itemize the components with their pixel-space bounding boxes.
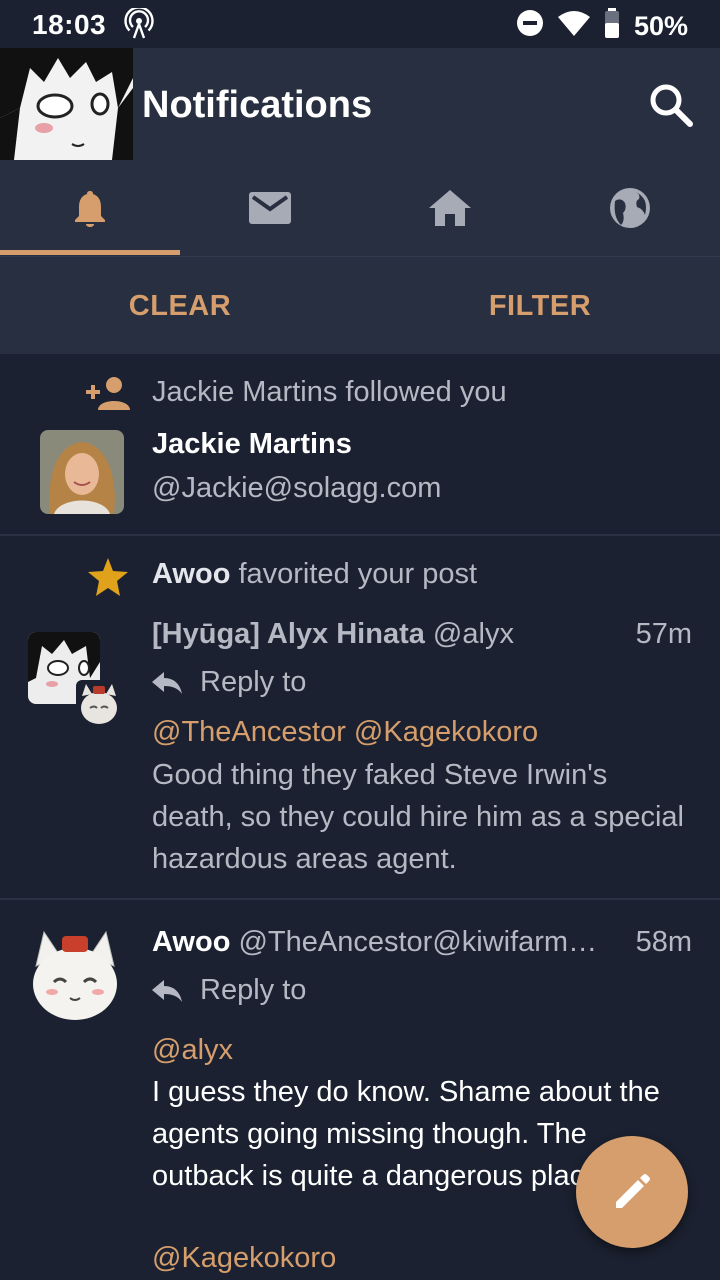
notification-text: Awoo favorited your post (152, 558, 478, 590)
status-time: 57m (635, 618, 692, 650)
divider (0, 534, 720, 536)
battery-level: 50% (633, 11, 688, 41)
reply-icon (152, 671, 182, 694)
tab-home[interactable] (360, 160, 540, 256)
person-add-icon (84, 376, 132, 415)
battery-icon (604, 8, 620, 45)
filter-button[interactable]: FILTER (360, 257, 720, 355)
status-mentions[interactable]: @alyx (152, 1034, 233, 1067)
divider (0, 898, 720, 900)
app-bar: Notifications (0, 48, 720, 160)
status-mentions[interactable]: @TheAncestor @Kagekokoro (152, 716, 538, 749)
reply-to-indicator: Reply to (152, 974, 306, 1007)
status-header: [Hyūga] Alyx Hinata @alyx (152, 618, 692, 651)
home-icon (429, 190, 471, 226)
page-title: Notifications (142, 84, 373, 126)
status-bar: 18:03 50% (0, 0, 720, 48)
account-avatar[interactable] (0, 48, 133, 160)
bell-icon (75, 191, 105, 227)
active-tab-indicator (0, 250, 180, 255)
avatar[interactable] (26, 926, 124, 1024)
status-time: 18:03 (32, 9, 107, 40)
do-not-disturb-icon (516, 9, 544, 44)
status-display-name: [Hyūga] Alyx Hinata (152, 618, 425, 650)
account-display-name: Jackie Martins (152, 428, 352, 460)
notification-actions: CLEAR FILTER (0, 256, 720, 354)
status-time: 58m (635, 926, 692, 958)
tab-direct-messages[interactable] (180, 160, 360, 256)
clear-button[interactable]: CLEAR (0, 257, 360, 355)
tab-federated[interactable] (540, 160, 720, 256)
search-button[interactable] (648, 82, 694, 128)
notification-text: Jackie Martins followed you (152, 376, 507, 408)
reply-icon (152, 979, 182, 1002)
tab-notifications[interactable] (0, 160, 180, 256)
star-icon (88, 558, 128, 601)
compose-button[interactable] (576, 1136, 688, 1248)
status-display-name: Awoo (152, 926, 231, 958)
pencil-icon (616, 1174, 650, 1208)
account-handle: @Jackie@solagg.com (152, 472, 442, 504)
reply-to-indicator: Reply to (152, 666, 306, 699)
status-trailing-mention[interactable]: @Kagekokoro (152, 1242, 336, 1275)
secondary-avatar (76, 680, 122, 726)
status-account: @alyx (424, 618, 514, 650)
search-icon (650, 84, 693, 127)
status-header: Awoo @TheAncestor@kiwifarm… (152, 926, 622, 959)
tab-bar (0, 160, 720, 256)
wifi-icon (557, 10, 590, 43)
status-content: Good thing they faked Steve Irwin's deat… (152, 759, 684, 875)
avatar[interactable] (40, 430, 124, 514)
status-account: @TheAncestor@kiwifarm… (230, 926, 598, 958)
envelope-icon (249, 192, 291, 224)
hotspot-icon (124, 6, 154, 47)
globe-icon (610, 188, 650, 228)
